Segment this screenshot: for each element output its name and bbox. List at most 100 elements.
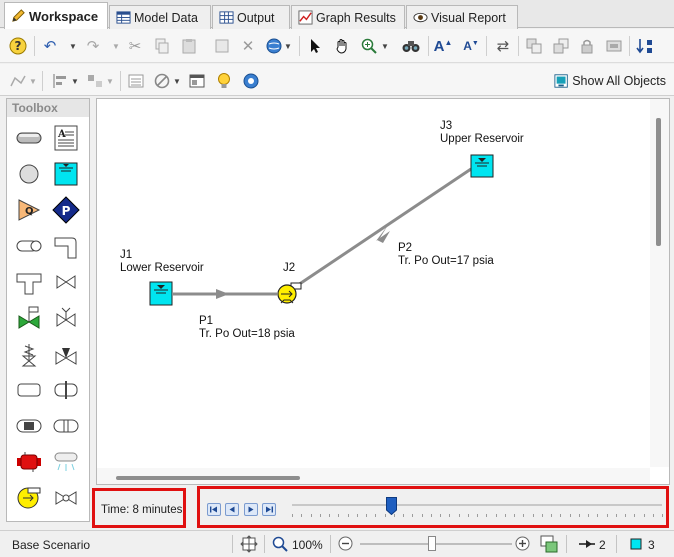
flow-meter-tool-icon[interactable] bbox=[52, 412, 80, 440]
tab-output[interactable]: Output bbox=[212, 5, 290, 29]
align-button[interactable] bbox=[51, 72, 69, 90]
prohibit-dropdown[interactable]: ▼ bbox=[173, 77, 181, 86]
horizontal-scroll-thumb[interactable] bbox=[116, 476, 300, 480]
slider-tick bbox=[375, 514, 376, 517]
branch-tool-icon[interactable] bbox=[15, 232, 43, 260]
volume-balance-tool-icon[interactable] bbox=[52, 484, 80, 512]
slider-tick bbox=[523, 514, 524, 517]
toolbox-title: Toolbox bbox=[7, 99, 89, 117]
zoom-slider-thumb[interactable] bbox=[428, 536, 436, 551]
align-dropdown[interactable]: ▼ bbox=[71, 77, 79, 86]
slider-tick bbox=[653, 514, 654, 517]
next-frame-button[interactable] bbox=[244, 503, 258, 516]
flow-direction-button[interactable] bbox=[636, 37, 654, 55]
pipe-p1[interactable] bbox=[173, 289, 277, 299]
send-back-button[interactable] bbox=[552, 37, 570, 55]
hand-icon bbox=[336, 39, 347, 54]
zoom-slider-track[interactable] bbox=[360, 543, 512, 545]
show-all-objects-button[interactable]: Show All Objects bbox=[554, 72, 666, 90]
tab-visual-report[interactable]: Visual Report bbox=[406, 5, 518, 29]
zoom-in-icon[interactable] bbox=[515, 536, 530, 551]
select-all-button[interactable] bbox=[213, 37, 231, 55]
orifice-tool-icon[interactable] bbox=[52, 376, 80, 404]
swap-button[interactable]: ⇄ bbox=[494, 37, 512, 55]
assigned-flow-tool-icon[interactable]: Q bbox=[15, 196, 43, 224]
bend-tool-icon[interactable] bbox=[52, 232, 80, 260]
undo-dropdown[interactable]: ▼ bbox=[69, 42, 77, 51]
junction-tool-icon[interactable] bbox=[15, 160, 43, 188]
cut-button[interactable]: ✂ bbox=[126, 37, 144, 55]
check-model-button[interactable] bbox=[242, 72, 260, 90]
valve-tool-icon[interactable] bbox=[52, 268, 80, 296]
list-icon bbox=[128, 74, 144, 88]
select-button[interactable] bbox=[306, 37, 324, 55]
overview-icon[interactable] bbox=[540, 535, 558, 553]
last-frame-button[interactable] bbox=[262, 503, 276, 516]
three-way-valve-tool-icon[interactable] bbox=[52, 340, 80, 368]
screen-tool-icon[interactable] bbox=[15, 412, 43, 440]
group-button[interactable] bbox=[605, 37, 623, 55]
spray-discharge-tool-icon[interactable] bbox=[52, 448, 80, 476]
model-drawing bbox=[149, 154, 494, 306]
pan-button[interactable] bbox=[333, 37, 351, 55]
tab-graph-results[interactable]: Graph Results bbox=[291, 5, 405, 29]
find-button[interactable] bbox=[402, 37, 420, 55]
zoom-button[interactable] bbox=[360, 37, 378, 55]
undo-button[interactable]: ↶ bbox=[41, 37, 59, 55]
font-size-decrease-button[interactable]: A▼ bbox=[462, 37, 480, 55]
first-frame-button[interactable] bbox=[207, 503, 221, 516]
pipe-draw-dropdown[interactable]: ▼ bbox=[29, 77, 37, 86]
tab-model-data[interactable]: Model Data bbox=[109, 5, 211, 29]
pump-tool-icon[interactable] bbox=[15, 484, 43, 512]
tee-tool-icon[interactable] bbox=[15, 268, 43, 296]
relief-valve-tool-icon[interactable] bbox=[15, 340, 43, 368]
lock-button[interactable] bbox=[578, 37, 596, 55]
check-valve-tool-icon[interactable] bbox=[52, 304, 80, 332]
arrange-button[interactable] bbox=[86, 72, 104, 90]
previous-frame-button[interactable] bbox=[225, 503, 239, 516]
hint-button[interactable] bbox=[215, 72, 233, 90]
pipe-draw-mode-button[interactable] bbox=[9, 72, 27, 90]
vertical-scroll-thumb[interactable] bbox=[656, 118, 661, 246]
control-valve-tool-icon[interactable] bbox=[15, 304, 43, 332]
bring-front-button[interactable] bbox=[525, 37, 543, 55]
globe-dropdown[interactable]: ▼ bbox=[284, 42, 292, 51]
lightbulb-icon bbox=[218, 73, 230, 88]
font-size-increase-button[interactable]: A▲ bbox=[434, 37, 453, 55]
prohibit-button[interactable] bbox=[153, 72, 171, 90]
tab-workspace[interactable]: Workspace bbox=[4, 2, 108, 29]
slider-tick bbox=[486, 514, 487, 517]
binoculars-icon bbox=[402, 41, 420, 52]
time-slider-track[interactable] bbox=[292, 504, 662, 506]
reservoir-tool-icon[interactable] bbox=[52, 160, 80, 188]
skip-start-icon bbox=[210, 506, 217, 513]
grid-icon bbox=[219, 10, 234, 24]
layout-button[interactable] bbox=[188, 72, 206, 90]
time-slider-thumb[interactable] bbox=[386, 497, 398, 515]
globe-button[interactable] bbox=[265, 37, 283, 55]
slider-tick bbox=[468, 514, 469, 517]
copy-button[interactable] bbox=[153, 37, 171, 55]
time-display: Time: 8 minutes bbox=[92, 488, 186, 528]
annotation-tool-icon[interactable]: A bbox=[52, 124, 80, 152]
redo-button[interactable]: ↷ bbox=[84, 37, 102, 55]
heat-exchanger-tool-icon[interactable] bbox=[15, 448, 43, 476]
delete-button[interactable]: ✕ bbox=[239, 37, 257, 55]
redo-dropdown[interactable]: ▼ bbox=[112, 42, 120, 51]
fit-to-window-icon[interactable] bbox=[240, 535, 258, 553]
help-button[interactable]: ? bbox=[9, 37, 27, 55]
workspace-canvas[interactable]: J1 Lower Reservoir J2 J3 Upper Reservoir… bbox=[96, 98, 670, 485]
zoom-dropdown[interactable]: ▼ bbox=[381, 42, 389, 51]
arrange-dropdown[interactable]: ▼ bbox=[106, 77, 114, 86]
pump-j2[interactable] bbox=[277, 282, 302, 304]
reservoir-j1[interactable] bbox=[149, 281, 173, 306]
pipe-tool-icon[interactable] bbox=[15, 124, 43, 152]
properties-button[interactable] bbox=[127, 72, 145, 90]
reservoir-j3[interactable] bbox=[470, 154, 494, 178]
area-change-tool-icon[interactable] bbox=[15, 376, 43, 404]
paste-button[interactable] bbox=[180, 37, 198, 55]
check-model-icon bbox=[243, 73, 259, 89]
group-icon bbox=[606, 40, 622, 52]
zoom-out-icon[interactable] bbox=[338, 536, 353, 551]
assigned-pressure-tool-icon[interactable]: P bbox=[52, 196, 80, 224]
